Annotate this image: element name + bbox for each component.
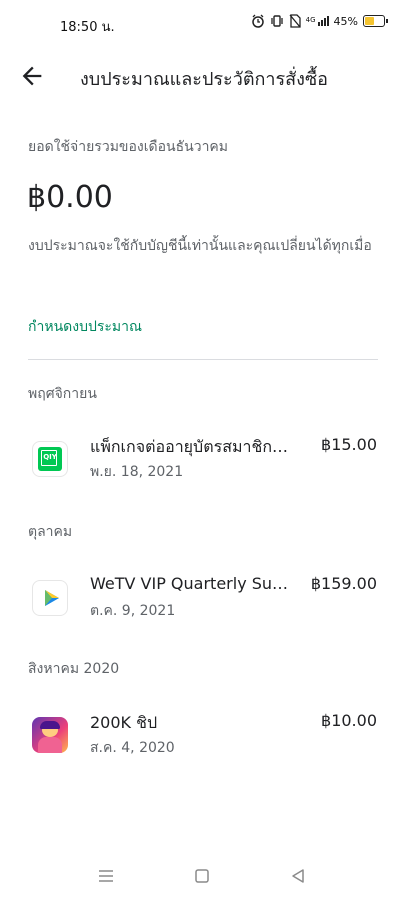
transaction-row[interactable]: WeTV VIP Quarterly Subscription ต.ค. 9, … — [0, 574, 405, 630]
vibrate-icon — [271, 15, 283, 27]
wetv-app-icon — [32, 580, 68, 616]
signal-icon: 4G — [306, 16, 329, 26]
iqiyi-logo-text: QIY — [43, 453, 57, 461]
transaction-date: ต.ค. 9, 2021 — [90, 603, 176, 619]
back-arrow-icon[interactable] — [18, 62, 46, 90]
transaction-title: WeTV VIP Quarterly Subscription — [90, 574, 295, 593]
status-bar: 18:50 น. 4G 45% — [0, 0, 405, 48]
transaction-row[interactable]: 200K ชิป ส.ค. 4, 2020 ฿10.00 — [0, 711, 405, 767]
menu-icon[interactable] — [96, 866, 116, 886]
network-type-label: 4G — [305, 16, 316, 24]
transaction-price: ฿10.00 — [321, 711, 377, 730]
battery-icon — [363, 15, 388, 27]
app-bar: งบประมาณและประวัติการสั่งซื้อ — [0, 54, 405, 96]
alarm-icon — [251, 14, 264, 28]
section-header-october: ตุลาคม — [28, 524, 73, 540]
transaction-price: ฿159.00 — [310, 574, 377, 593]
section-header-november: พฤศจิกายน — [28, 386, 97, 402]
transaction-row[interactable]: QIY แพ็กเกจต่ออายุบัตรสมาชิกรายเดือน พ.ย… — [0, 435, 405, 491]
iqiyi-app-icon: QIY — [32, 441, 68, 477]
game-app-icon — [32, 717, 68, 753]
transaction-date: ส.ค. 4, 2020 — [90, 740, 175, 756]
home-icon[interactable] — [192, 866, 212, 886]
play-icon — [39, 587, 61, 609]
page-title: งบประมาณและประวัติการสั่งซื้อ — [80, 69, 328, 90]
transaction-price: ฿15.00 — [321, 435, 377, 454]
status-time: 18:50 น. — [60, 20, 115, 35]
section-header-august: สิงหาคม 2020 — [28, 661, 120, 677]
divider — [28, 359, 378, 360]
set-budget-link[interactable]: กำหนดงบประมาณ — [28, 316, 142, 338]
transaction-title: 200K ชิป — [90, 713, 158, 732]
battery-percent: 45% — [333, 14, 358, 28]
budget-description: งบประมาณจะใช้กับบัญชีนี้เท่านั้นและคุณเป… — [28, 238, 372, 254]
status-icons: 4G 45% — [251, 14, 388, 28]
spend-label: ยอดใช้จ่ายรวมของเดือนธันวาคม — [28, 139, 229, 155]
transaction-date: พ.ย. 18, 2021 — [90, 464, 184, 480]
back-triangle-icon[interactable] — [288, 866, 308, 886]
system-nav-bar — [0, 852, 405, 900]
transaction-title: แพ็กเกจต่ออายุบัตรสมาชิกรายเดือน — [90, 437, 295, 456]
no-sim-icon — [289, 14, 301, 28]
total-amount: ฿0.00 — [27, 180, 113, 215]
